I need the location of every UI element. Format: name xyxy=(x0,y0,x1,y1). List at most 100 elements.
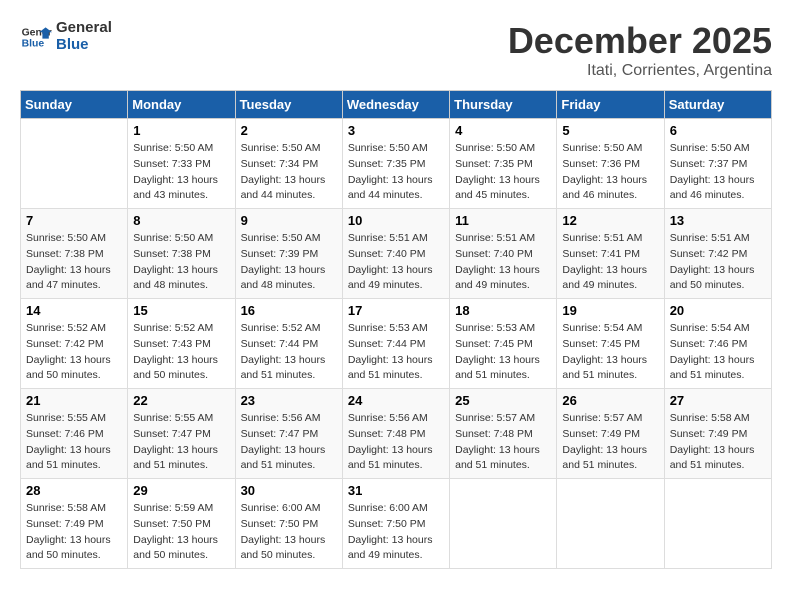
calendar-cell: 21 Sunrise: 5:55 AMSunset: 7:46 PMDayligh… xyxy=(21,389,128,479)
day-info: Sunrise: 5:50 AMSunset: 7:36 PMDaylight:… xyxy=(562,141,658,204)
calendar-cell: 18 Sunrise: 5:53 AMSunset: 7:45 PMDayligh… xyxy=(450,299,557,389)
calendar-cell: 24Sunrise: 5:56 AMSunset: 7:48 PMDayligh… xyxy=(342,389,449,479)
day-info: Sunrise: 5:50 AMSunset: 7:39 PMDaylight:… xyxy=(241,231,337,294)
day-number: 30 xyxy=(241,483,337,498)
day-info: Sunrise: 5:51 AMSunset: 7:41 PMDaylight:… xyxy=(562,231,658,294)
day-info: Sunrise: 5:50 AMSunset: 7:38 PMDaylight:… xyxy=(26,231,122,294)
day-number: 24 xyxy=(348,393,444,408)
calendar-cell: 28Sunrise: 5:58 AMSunset: 7:49 PMDayligh… xyxy=(21,479,128,569)
day-info: Sunrise: 5:58 AMSunset: 7:49 PMDaylight:… xyxy=(26,501,122,564)
calendar-cell: 25 Sunrise: 5:57 AMSunset: 7:48 PMDayligh… xyxy=(450,389,557,479)
day-number: 18 xyxy=(455,303,551,318)
day-number: 5 xyxy=(562,123,658,138)
calendar-cell: 26 Sunrise: 5:57 AMSunset: 7:49 PMDayligh… xyxy=(557,389,664,479)
calendar-week-2: 7Sunrise: 5:50 AMSunset: 7:38 PMDaylight… xyxy=(21,209,772,299)
header-wednesday: Wednesday xyxy=(342,91,449,119)
day-info: Sunrise: 5:54 AMSunset: 7:46 PMDaylight:… xyxy=(670,321,766,384)
header-thursday: Thursday xyxy=(450,91,557,119)
day-info: Sunrise: 6:00 AMSunset: 7:50 PMDaylight:… xyxy=(241,501,337,564)
day-info: Sunrise: 5:55 AMSunset: 7:46 PMDaylight:… xyxy=(26,411,122,474)
day-number: 15 xyxy=(133,303,229,318)
day-number: 25 xyxy=(455,393,551,408)
day-number: 29 xyxy=(133,483,229,498)
calendar-cell xyxy=(21,119,128,209)
day-info: Sunrise: 5:50 AMSunset: 7:37 PMDaylight:… xyxy=(670,141,766,204)
day-info: Sunrise: 5:50 AMSunset: 7:35 PMDaylight:… xyxy=(348,141,444,204)
day-info: Sunrise: 5:56 AMSunset: 7:47 PMDaylight:… xyxy=(241,411,337,474)
day-number: 14 xyxy=(26,303,122,318)
day-number: 21 xyxy=(26,393,122,408)
calendar-table: SundayMondayTuesdayWednesdayThursdayFrid… xyxy=(20,90,772,569)
calendar-cell: 14 Sunrise: 5:52 AMSunset: 7:42 PMDayligh… xyxy=(21,299,128,389)
svg-text:Blue: Blue xyxy=(22,38,45,49)
day-number: 17 xyxy=(348,303,444,318)
day-info: Sunrise: 5:57 AMSunset: 7:48 PMDaylight:… xyxy=(455,411,551,474)
day-number: 23 xyxy=(241,393,337,408)
day-info: Sunrise: 5:57 AMSunset: 7:49 PMDaylight:… xyxy=(562,411,658,474)
header-friday: Friday xyxy=(557,91,664,119)
calendar-cell: 20 Sunrise: 5:54 AMSunset: 7:46 PMDayligh… xyxy=(664,299,771,389)
calendar-cell: 19 Sunrise: 5:54 AMSunset: 7:45 PMDayligh… xyxy=(557,299,664,389)
calendar-cell: 27 Sunrise: 5:58 AMSunset: 7:49 PMDayligh… xyxy=(664,389,771,479)
calendar-cell: 1 Sunrise: 5:50 AMSunset: 7:33 PMDaylight… xyxy=(128,119,235,209)
calendar-cell: 13Sunrise: 5:51 AMSunset: 7:42 PMDayligh… xyxy=(664,209,771,299)
day-info: Sunrise: 5:52 AMSunset: 7:43 PMDaylight:… xyxy=(133,321,229,384)
calendar-cell: 31 Sunrise: 6:00 AMSunset: 7:50 PMDayligh… xyxy=(342,479,449,569)
logo-blue: Blue xyxy=(56,37,112,54)
day-info: Sunrise: 5:55 AMSunset: 7:47 PMDaylight:… xyxy=(133,411,229,474)
title-area: December 2025 Itati, Corrientes, Argenti… xyxy=(508,20,772,80)
header-monday: Monday xyxy=(128,91,235,119)
day-info: Sunrise: 6:00 AMSunset: 7:50 PMDaylight:… xyxy=(348,501,444,564)
day-number: 8 xyxy=(133,213,229,228)
logo-general: General xyxy=(56,20,112,37)
header: General Blue General Blue December 2025 … xyxy=(20,20,772,80)
header-saturday: Saturday xyxy=(664,91,771,119)
day-number: 19 xyxy=(562,303,658,318)
calendar-cell: 22Sunrise: 5:55 AMSunset: 7:47 PMDayligh… xyxy=(128,389,235,479)
day-number: 31 xyxy=(348,483,444,498)
day-info: Sunrise: 5:50 AMSunset: 7:34 PMDaylight:… xyxy=(241,141,337,204)
day-number: 1 xyxy=(133,123,229,138)
day-number: 6 xyxy=(670,123,766,138)
header-sunday: Sunday xyxy=(21,91,128,119)
day-number: 27 xyxy=(670,393,766,408)
calendar-cell: 12Sunrise: 5:51 AMSunset: 7:41 PMDayligh… xyxy=(557,209,664,299)
calendar-cell: 29 Sunrise: 5:59 AMSunset: 7:50 PMDayligh… xyxy=(128,479,235,569)
page-title: December 2025 xyxy=(508,20,772,62)
page-subtitle: Itati, Corrientes, Argentina xyxy=(508,62,772,80)
day-info: Sunrise: 5:51 AMSunset: 7:40 PMDaylight:… xyxy=(455,231,551,294)
day-info: Sunrise: 5:53 AMSunset: 7:45 PMDaylight:… xyxy=(455,321,551,384)
day-info: Sunrise: 5:53 AMSunset: 7:44 PMDaylight:… xyxy=(348,321,444,384)
day-number: 3 xyxy=(348,123,444,138)
logo-icon: General Blue xyxy=(20,21,52,53)
day-number: 26 xyxy=(562,393,658,408)
day-number: 20 xyxy=(670,303,766,318)
calendar-header-row: SundayMondayTuesdayWednesdayThursdayFrid… xyxy=(21,91,772,119)
day-number: 13 xyxy=(670,213,766,228)
calendar-week-4: 21 Sunrise: 5:55 AMSunset: 7:46 PMDayligh… xyxy=(21,389,772,479)
header-tuesday: Tuesday xyxy=(235,91,342,119)
day-number: 11 xyxy=(455,213,551,228)
calendar-week-5: 28Sunrise: 5:58 AMSunset: 7:49 PMDayligh… xyxy=(21,479,772,569)
calendar-cell: 5 Sunrise: 5:50 AMSunset: 7:36 PMDaylight… xyxy=(557,119,664,209)
calendar-cell xyxy=(557,479,664,569)
day-info: Sunrise: 5:54 AMSunset: 7:45 PMDaylight:… xyxy=(562,321,658,384)
calendar-cell: 15 Sunrise: 5:52 AMSunset: 7:43 PMDayligh… xyxy=(128,299,235,389)
calendar-cell: 9Sunrise: 5:50 AMSunset: 7:39 PMDaylight… xyxy=(235,209,342,299)
calendar-cell xyxy=(450,479,557,569)
day-info: Sunrise: 5:52 AMSunset: 7:42 PMDaylight:… xyxy=(26,321,122,384)
calendar-cell: 11 Sunrise: 5:51 AMSunset: 7:40 PMDayligh… xyxy=(450,209,557,299)
calendar-cell: 2Sunrise: 5:50 AMSunset: 7:34 PMDaylight… xyxy=(235,119,342,209)
calendar-cell: 7Sunrise: 5:50 AMSunset: 7:38 PMDaylight… xyxy=(21,209,128,299)
day-info: Sunrise: 5:51 AMSunset: 7:40 PMDaylight:… xyxy=(348,231,444,294)
calendar-cell: 8Sunrise: 5:50 AMSunset: 7:38 PMDaylight… xyxy=(128,209,235,299)
day-info: Sunrise: 5:59 AMSunset: 7:50 PMDaylight:… xyxy=(133,501,229,564)
logo: General Blue General Blue xyxy=(20,20,112,53)
calendar-cell: 16Sunrise: 5:52 AMSunset: 7:44 PMDayligh… xyxy=(235,299,342,389)
day-info: Sunrise: 5:50 AMSunset: 7:35 PMDaylight:… xyxy=(455,141,551,204)
day-number: 10 xyxy=(348,213,444,228)
day-info: Sunrise: 5:58 AMSunset: 7:49 PMDaylight:… xyxy=(670,411,766,474)
day-info: Sunrise: 5:50 AMSunset: 7:33 PMDaylight:… xyxy=(133,141,229,204)
calendar-cell xyxy=(664,479,771,569)
day-info: Sunrise: 5:52 AMSunset: 7:44 PMDaylight:… xyxy=(241,321,337,384)
